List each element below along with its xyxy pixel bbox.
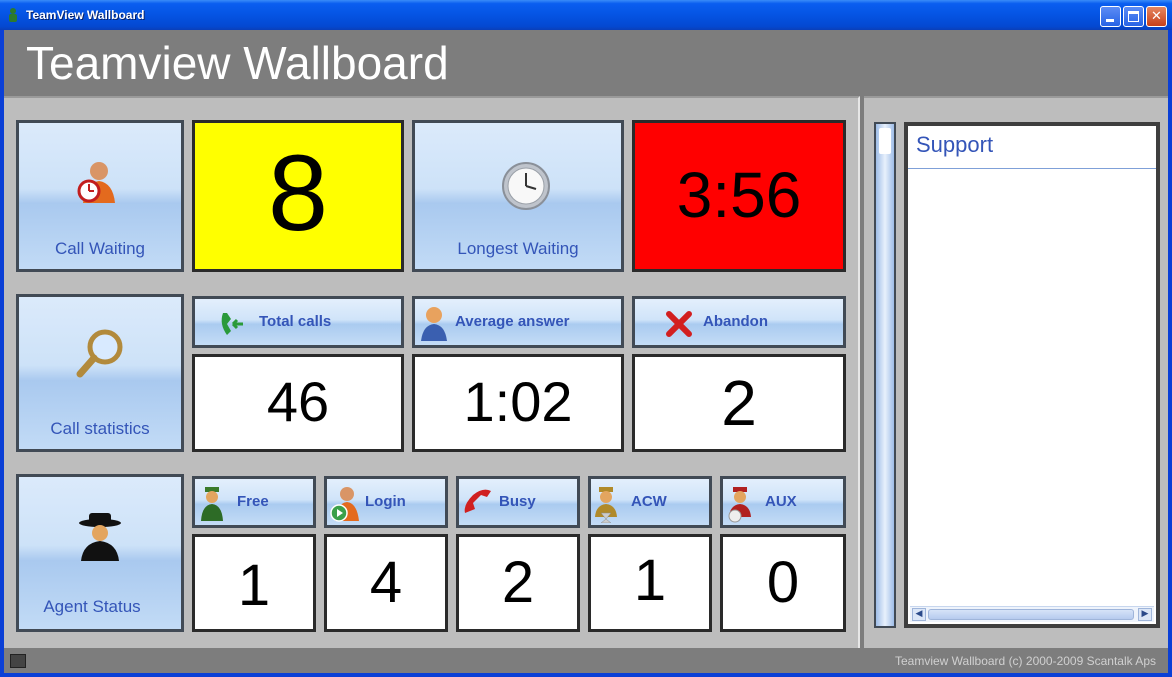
header-divider [908, 168, 1156, 169]
total-calls-label: Total calls [259, 313, 332, 330]
maximize-icon [1128, 11, 1139, 22]
agent-answer-icon [421, 307, 447, 341]
scroll-left-icon[interactable]: ◀ [912, 608, 926, 621]
login-value: 4 [324, 534, 448, 632]
phone-busy-icon [464, 489, 491, 513]
total-calls-value: 46 [192, 354, 404, 452]
vertical-scroll-column[interactable] [874, 122, 896, 628]
busy-value: 2 [456, 534, 580, 632]
abandon-value: 2 [632, 354, 846, 452]
app-icon [9, 8, 17, 22]
agent-aux-icon [728, 487, 751, 523]
queue-list-header: Support [916, 132, 994, 157]
minimize-icon [1106, 19, 1114, 22]
aux-value: 0 [720, 534, 846, 632]
queue-list[interactable]: Support ◀ ▶ [904, 122, 1160, 628]
phone-incoming-icon [221, 313, 243, 335]
acw-tile[interactable]: ACW [588, 476, 712, 528]
magnifier-icon [76, 329, 123, 378]
clock-icon [502, 162, 550, 210]
horizontal-scrollbar[interactable]: ◀ ▶ [910, 606, 1154, 622]
average-answer-tile[interactable]: Average answer [412, 296, 624, 348]
status-bar: Teamview Wallboard (c) 2000-2009 Scantal… [4, 650, 1168, 673]
minimize-button[interactable] [1100, 6, 1121, 27]
title-bar[interactable]: TeamView Wallboard ✕ [0, 0, 1172, 30]
maximize-button[interactable] [1123, 6, 1144, 27]
horizontal-scroll-thumb[interactable] [928, 609, 1134, 620]
agent-acw-icon [595, 487, 617, 523]
acw-value: 1 [588, 534, 712, 632]
abandon-tile[interactable]: Abandon [632, 296, 846, 348]
agent-login-icon [330, 487, 359, 522]
acw-label: ACW [631, 493, 667, 510]
header: Teamview Wallboard [4, 30, 1168, 96]
queue-panel: Support ◀ ▶ [864, 96, 1168, 648]
aux-label: AUX [765, 493, 797, 510]
longest-waiting-label: Longest Waiting [457, 239, 579, 258]
scroll-thumb[interactable] [879, 128, 891, 154]
busy-label: Busy [499, 493, 536, 510]
call-waiting-tile[interactable]: Call Waiting [16, 120, 184, 272]
call-statistics-tile[interactable]: Call statistics [16, 294, 184, 452]
client-area: Teamview Wallboard Call Waiting 8 Longes… [4, 30, 1168, 673]
average-answer-value: 1:02 [412, 354, 624, 452]
stats-panel: Call Waiting 8 Longest Waiting 3:56 Call… [4, 96, 860, 648]
aux-tile[interactable]: AUX [720, 476, 846, 528]
longest-waiting-value: 3:56 [632, 120, 846, 272]
agent-clock-icon [77, 162, 115, 203]
app-window: TeamView Wallboard ✕ Teamview Wallboard … [0, 0, 1172, 677]
copyright-text: Teamview Wallboard (c) 2000-2009 Scantal… [894, 654, 1156, 668]
total-calls-tile[interactable]: Total calls [192, 296, 404, 348]
free-value: 1 [192, 534, 316, 632]
free-label: Free [237, 493, 269, 510]
login-tile[interactable]: Login [324, 476, 448, 528]
free-tile[interactable]: Free [192, 476, 316, 528]
agent-status-label: Agent Status [43, 597, 141, 616]
red-x-icon [666, 311, 692, 337]
scroll-right-icon[interactable]: ▶ [1138, 608, 1152, 621]
longest-waiting-tile[interactable]: Longest Waiting [412, 120, 624, 272]
status-icon [10, 654, 26, 668]
window-title: TeamView Wallboard [26, 8, 145, 22]
page-title: Teamview Wallboard [26, 37, 449, 89]
close-icon: ✕ [1151, 9, 1162, 24]
login-label: Login [365, 493, 406, 510]
average-answer-label: Average answer [455, 313, 570, 330]
abandon-label: Abandon [703, 313, 768, 330]
busy-tile[interactable]: Busy [456, 476, 580, 528]
call-statistics-label: Call statistics [50, 419, 150, 438]
close-button[interactable]: ✕ [1146, 6, 1167, 27]
agent-free-icon [201, 487, 223, 521]
agent-status-tile[interactable]: Agent Status [16, 474, 184, 632]
call-waiting-label: Call Waiting [54, 239, 146, 258]
call-waiting-value: 8 [192, 120, 404, 272]
agent-hat-icon [79, 513, 121, 561]
